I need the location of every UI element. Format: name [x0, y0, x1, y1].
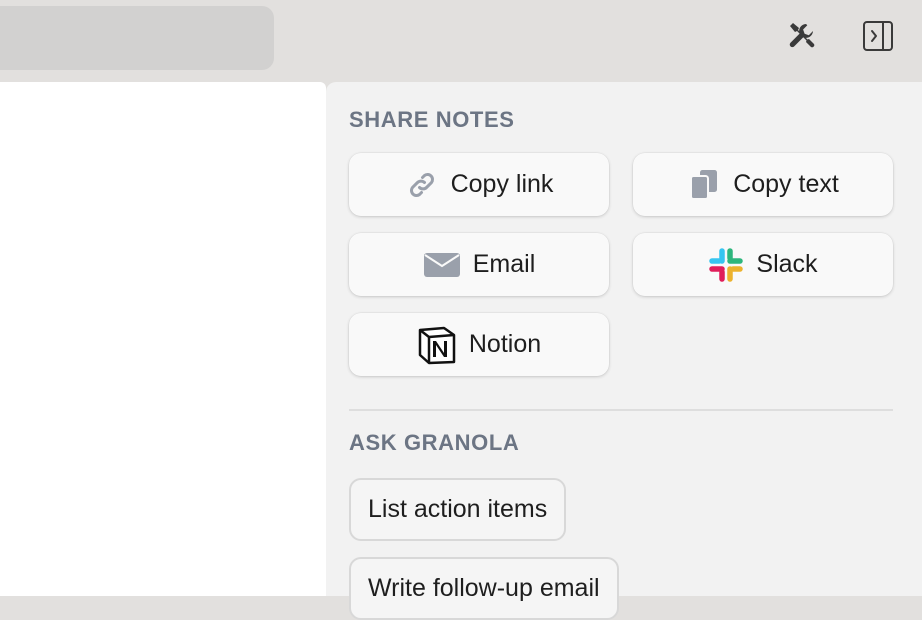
- toggle-sidebar-button[interactable]: [858, 18, 898, 58]
- notion-button[interactable]: Notion: [349, 313, 609, 376]
- tools-icon: [786, 20, 818, 57]
- copy-icon: [687, 168, 721, 202]
- slack-button[interactable]: Slack: [633, 233, 893, 296]
- sidebar-toggle-icon: [861, 19, 895, 58]
- notion-label: Notion: [468, 330, 542, 358]
- copy-text-button[interactable]: Copy text: [633, 153, 893, 216]
- tools-button[interactable]: [782, 18, 822, 58]
- envelope-icon: [423, 251, 461, 279]
- copy-link-label: Copy link: [450, 170, 554, 198]
- list-action-items-chip[interactable]: List action items: [349, 478, 567, 541]
- ask-granola-heading: ASK GRANOLA: [349, 430, 520, 455]
- notes-editor[interactable]: [0, 82, 326, 596]
- copy-text-label: Copy text: [733, 170, 839, 198]
- write-follow-up-email-chip[interactable]: Write follow-up email: [349, 557, 619, 620]
- search-bar[interactable]: [0, 6, 274, 70]
- email-label: Email: [472, 250, 536, 278]
- share-panel: SHARE NOTES Copy link Copy text Email Sl…: [326, 82, 922, 620]
- link-icon: [405, 168, 439, 202]
- toolbar: [0, 0, 922, 82]
- slack-logo-icon: [708, 247, 744, 283]
- share-notes-heading: SHARE NOTES: [349, 107, 515, 132]
- slack-label: Slack: [756, 250, 818, 278]
- copy-link-button[interactable]: Copy link: [349, 153, 609, 216]
- email-button[interactable]: Email: [349, 233, 609, 296]
- section-divider: [349, 409, 893, 411]
- notion-logo-icon: [417, 325, 457, 365]
